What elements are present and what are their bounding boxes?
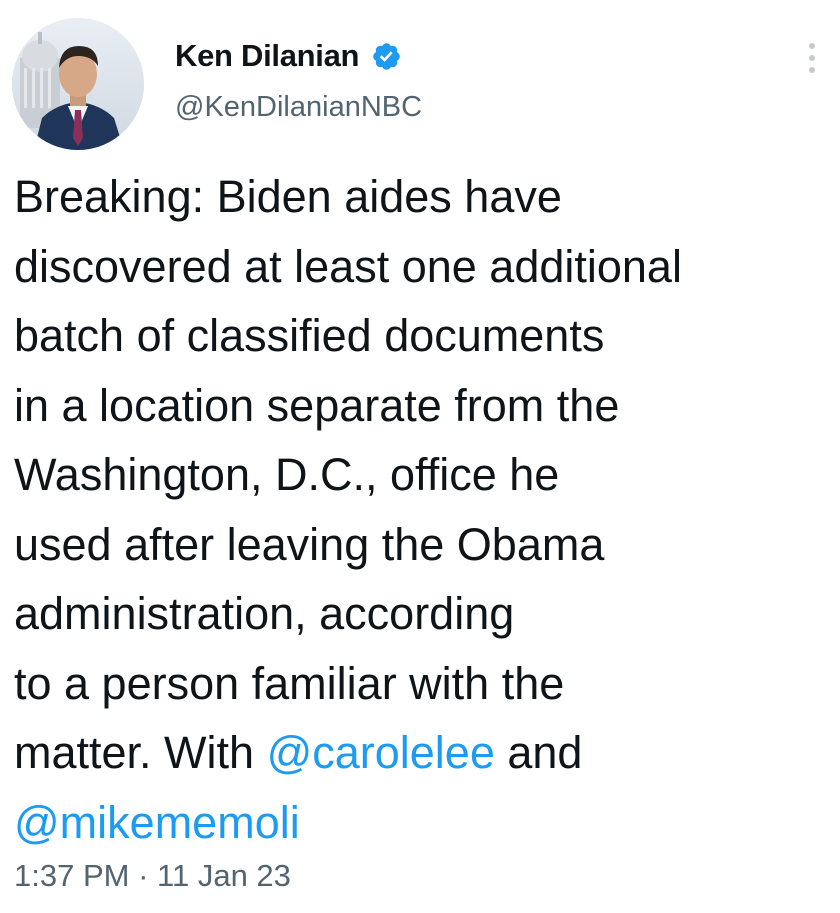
- author-handle[interactable]: @KenDilanianNBC: [175, 91, 422, 124]
- tweet-text: Breaking: Biden aides have discovered at…: [14, 162, 834, 857]
- tweet-text-segment: matter. With: [14, 727, 267, 778]
- author-avatar[interactable]: [12, 18, 144, 150]
- tweet-text-line: matter. With @carolelee and: [14, 718, 834, 788]
- tweet-text-segment: and: [494, 727, 583, 778]
- author-display-name[interactable]: Ken Dilanian: [175, 38, 359, 74]
- mention-link-mikememoli[interactable]: @mikememoli: [14, 797, 300, 848]
- tweet-timestamp[interactable]: 1:37 PM · 11 Jan 23: [14, 858, 291, 894]
- verified-badge-icon: [371, 41, 402, 72]
- avatar-photo-icon: [12, 18, 144, 150]
- tweet-text-line: @mikememoli: [14, 788, 834, 858]
- tweet-text-line: discovered at least one additional: [14, 240, 682, 292]
- tweet-card: Ken Dilanian @KenDilanianNBC Breaking: B…: [0, 0, 840, 913]
- tweet-time: 1:37 PM: [14, 858, 130, 893]
- author-name-row: Ken Dilanian: [175, 36, 402, 76]
- more-options-icon[interactable]: [805, 38, 819, 78]
- tweet-date: 11 Jan 23: [157, 858, 291, 893]
- tweet-text-line: in a location separate from the: [14, 379, 620, 431]
- tweet-text-line: to a person familiar with the: [14, 657, 565, 709]
- tweet-text-line: administration, according: [14, 588, 515, 639]
- tweet-text-line: Washington, D.C., office he: [14, 449, 560, 500]
- mention-link-carolelee[interactable]: @carolelee: [267, 727, 495, 778]
- tweet-text-line: used after leaving the Obama: [14, 518, 605, 570]
- tweet-text-line: Breaking: Biden aides have: [14, 171, 562, 222]
- timestamp-separator: ·: [138, 858, 149, 893]
- tweet-text-line: batch of classified documents: [14, 310, 605, 361]
